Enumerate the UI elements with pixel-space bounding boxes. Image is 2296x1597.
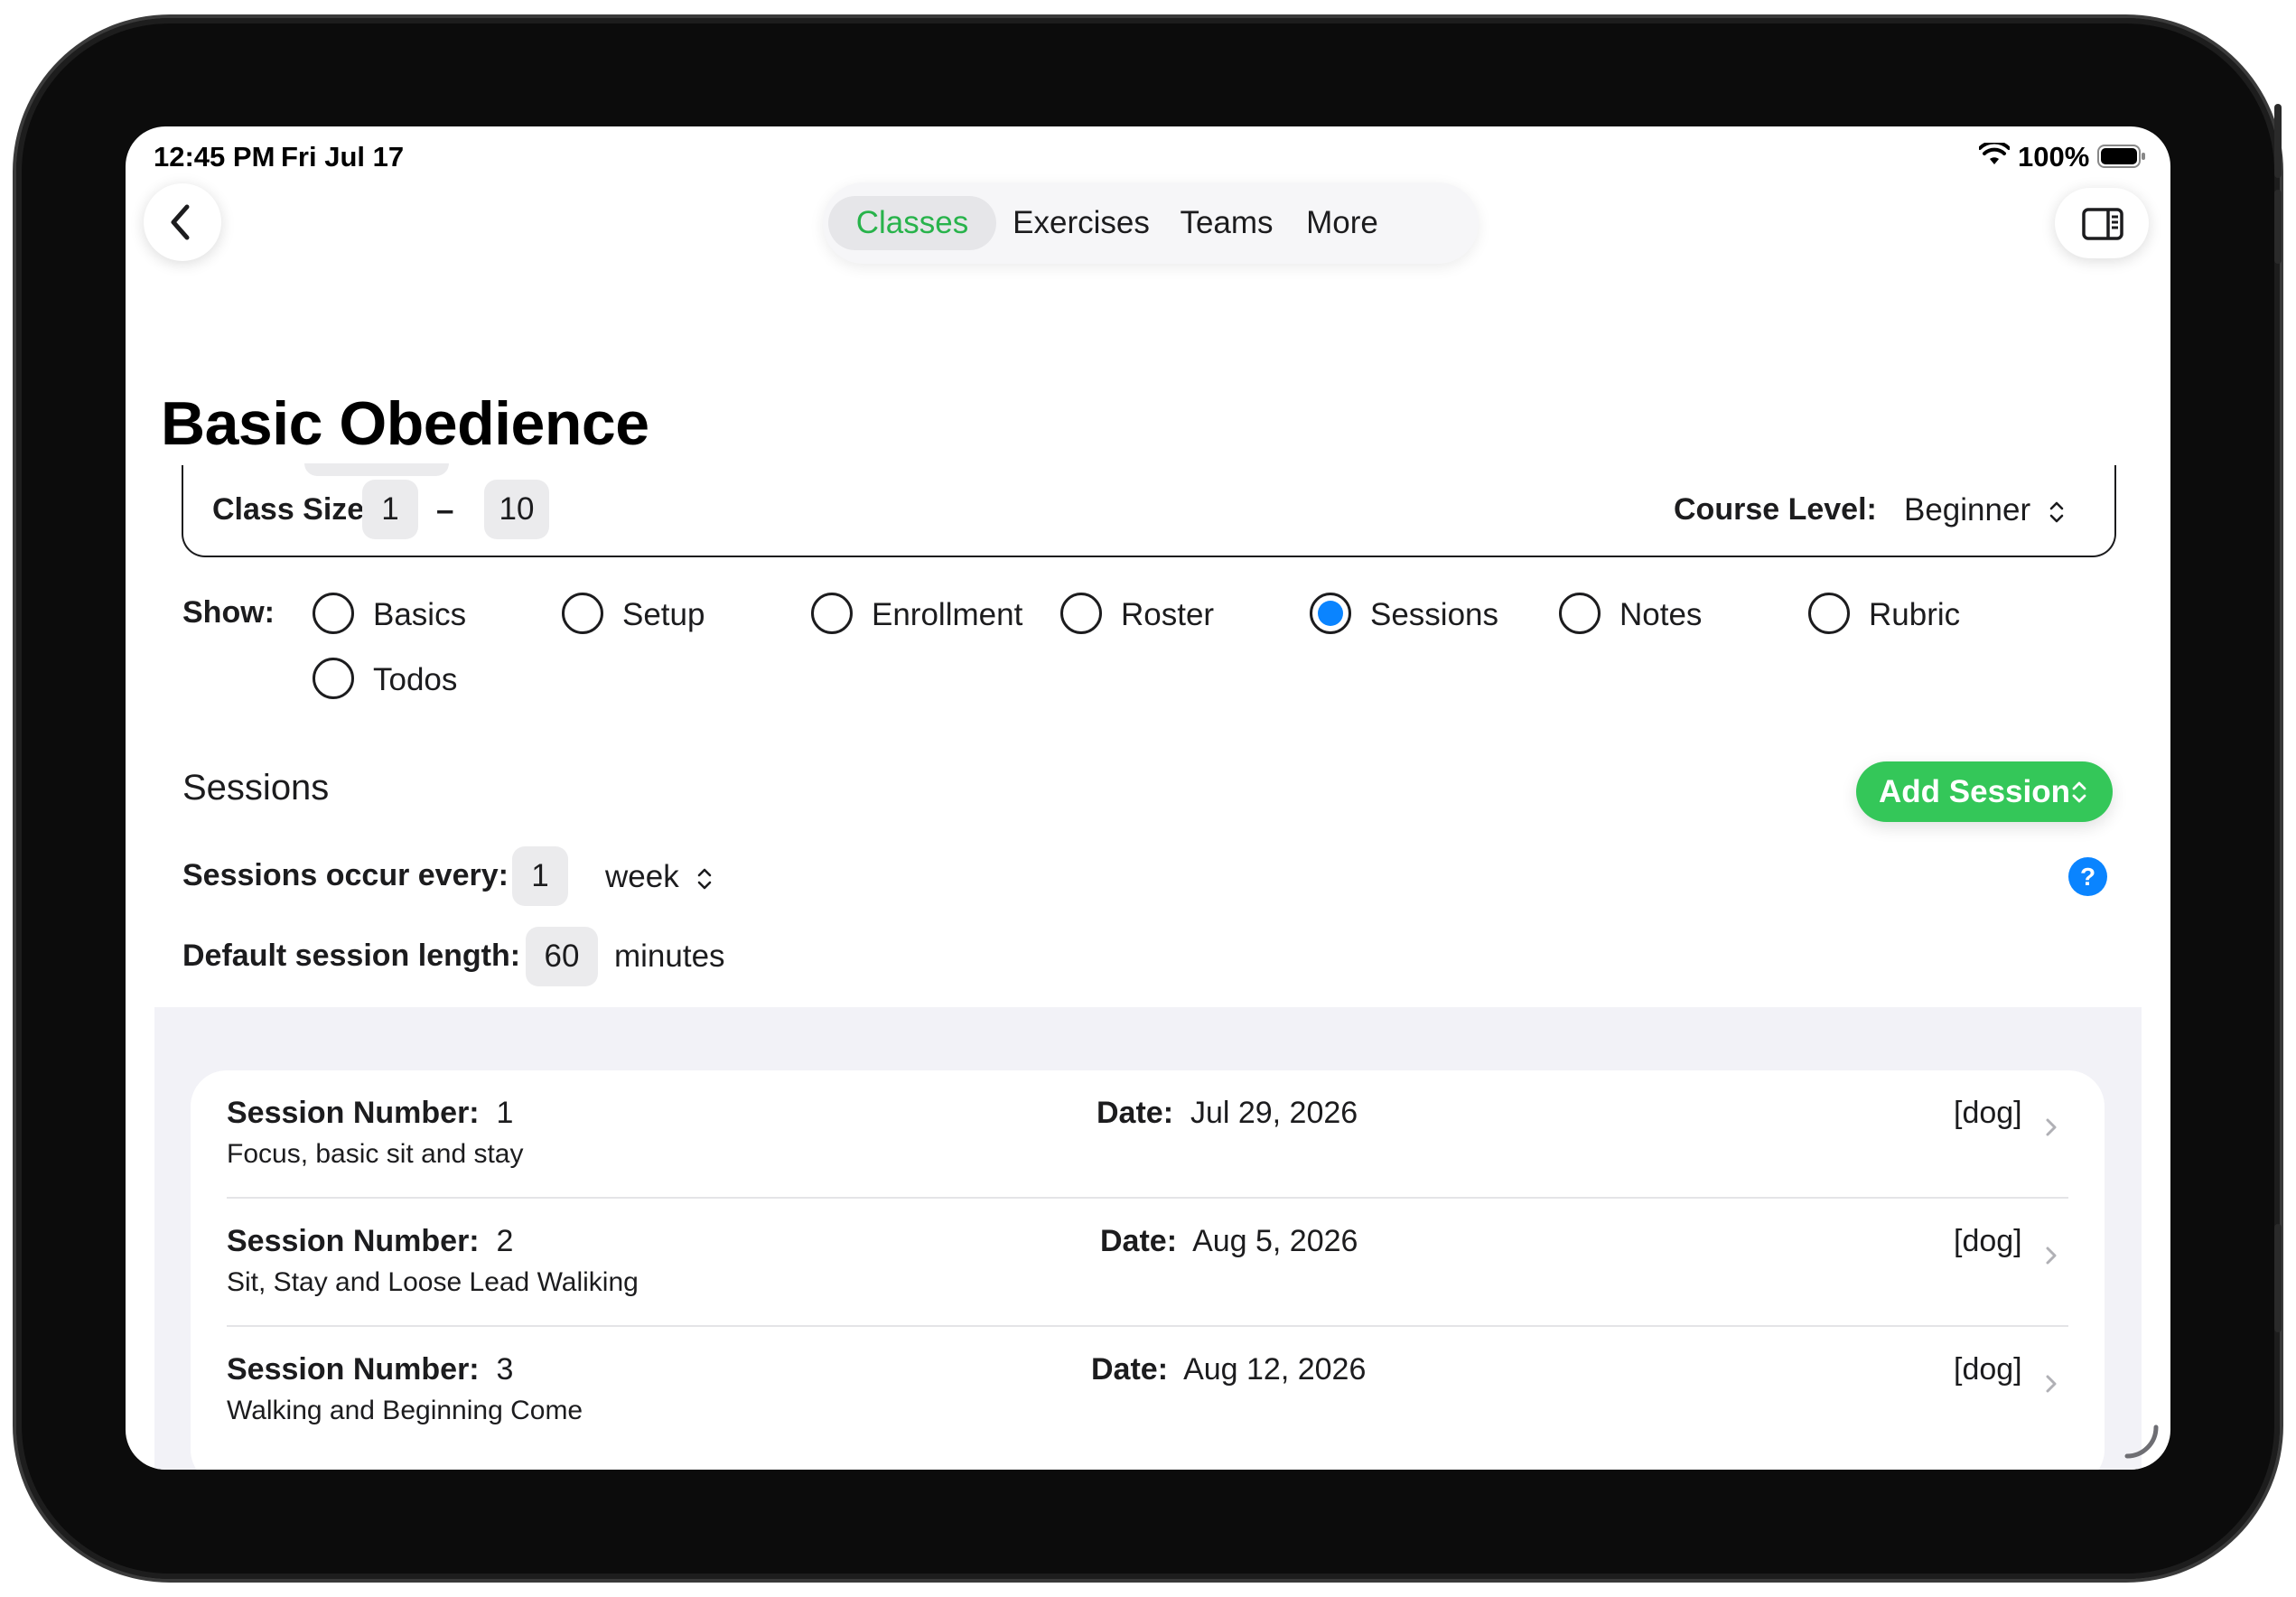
volume-button	[2274, 190, 2282, 264]
radio-setup-label: Setup	[622, 597, 705, 632]
chevron-up-down-icon	[2072, 781, 2086, 803]
session-date-value: Aug 12, 2026	[1183, 1352, 1367, 1387]
session-length-label: Default session length:	[182, 939, 521, 973]
hidden-field	[304, 463, 449, 476]
radio-basics-label: Basics	[373, 597, 467, 632]
status-date: Fri Jul 17	[281, 141, 405, 173]
battery-icon	[2097, 145, 2146, 173]
status-time: 12:45 PM	[154, 141, 275, 173]
sidebar-right-icon	[2082, 208, 2123, 240]
session-description: Focus, basic sit and stay	[227, 1139, 524, 1169]
session-number-value: 1	[496, 1096, 514, 1130]
session-length-field[interactable]: 60	[526, 927, 598, 986]
side-button	[2274, 1224, 2282, 1332]
radio-roster-label: Roster	[1121, 597, 1215, 632]
radio-notes[interactable]	[1559, 593, 1601, 634]
class-size-label: Class Size:	[212, 492, 375, 527]
chevron-right-icon	[2046, 1247, 2057, 1265]
tab-more[interactable]: More	[1293, 196, 1392, 250]
session-date-label: Date:	[1097, 1096, 1174, 1130]
session-number: Session Number: 2	[227, 1224, 513, 1259]
radio-setup[interactable]	[562, 593, 603, 634]
radio-enrollment[interactable]	[811, 593, 853, 634]
session-tag: [dog]	[1954, 1352, 2022, 1387]
sidebar-toggle-button[interactable]	[2055, 188, 2149, 258]
occur-unit-value: week	[605, 859, 679, 894]
session-row[interactable]: Session Number: 3 Walking and Beginning …	[191, 1327, 2105, 1455]
session-description: Walking and Beginning Come	[227, 1396, 583, 1425]
wifi-icon	[1978, 140, 2011, 171]
radio-rubric-label: Rubric	[1869, 597, 1961, 632]
page-title: Basic Obedience	[161, 389, 649, 458]
radio-notes-label: Notes	[1619, 597, 1703, 632]
radio-todos[interactable]	[313, 658, 354, 699]
tab-teams[interactable]: Teams	[1168, 196, 1285, 250]
session-date: Date: Aug 5, 2026	[1100, 1224, 1358, 1259]
sessions-list: Session Number: 1 Focus, basic sit and s…	[191, 1070, 2105, 1470]
radio-sessions[interactable]	[1310, 593, 1351, 634]
back-button[interactable]	[144, 183, 221, 261]
session-tag: [dog]	[1954, 1096, 2022, 1130]
session-row[interactable]: Session Number: 1 Focus, basic sit and s…	[191, 1070, 2105, 1199]
course-level-picker[interactable]: Beginner	[1904, 492, 2065, 528]
sessions-occur-field[interactable]: 1	[512, 846, 568, 906]
battery-percent: 100%	[2018, 141, 2090, 173]
chevron-right-icon	[2046, 1375, 2057, 1393]
tab-exercises[interactable]: Exercises	[1002, 196, 1161, 250]
class-size-min-field[interactable]: 1	[362, 480, 418, 539]
session-date: Date: Jul 29, 2026	[1097, 1096, 1358, 1131]
radio-sessions-label: Sessions	[1370, 597, 1499, 632]
session-number-label: Session Number:	[227, 1352, 480, 1387]
session-date-label: Date:	[1100, 1224, 1178, 1258]
course-level-label: Course Level:	[1674, 492, 1877, 527]
tab-classes[interactable]: Classes	[828, 196, 996, 250]
tab-bar: Classes Exercises Teams More	[823, 182, 1479, 264]
session-date-value: Jul 29, 2026	[1190, 1096, 1358, 1130]
session-date-value: Aug 5, 2026	[1192, 1224, 1358, 1258]
help-button[interactable]: ?	[2068, 857, 2107, 896]
resize-handle-icon[interactable]	[2123, 1424, 2160, 1460]
course-level-value: Beginner	[1904, 492, 2031, 528]
sessions-occur-label: Sessions occur every:	[182, 858, 509, 892]
class-size-separator: –	[436, 492, 454, 528]
add-session-label: Add Session	[1879, 774, 2070, 809]
session-length-unit: minutes	[614, 939, 725, 974]
session-description: Sit, Stay and Loose Lead Waliking	[227, 1267, 639, 1297]
class-size-max-field[interactable]: 10	[484, 480, 549, 539]
chevron-right-icon	[2046, 1118, 2057, 1136]
session-date-label: Date:	[1091, 1352, 1169, 1387]
session-number: Session Number: 1	[227, 1096, 513, 1131]
chevron-left-icon	[171, 204, 190, 240]
radio-enrollment-label: Enrollment	[872, 597, 1023, 632]
chevron-up-down-icon	[698, 868, 712, 890]
top-button	[2274, 104, 2282, 178]
show-label: Show:	[182, 595, 275, 630]
chevron-up-down-icon	[2049, 501, 2064, 523]
add-session-button[interactable]: Add Session	[1856, 761, 2113, 822]
occur-unit-picker[interactable]: week	[605, 859, 713, 895]
radio-basics[interactable]	[313, 593, 354, 634]
session-number: Session Number: 3	[227, 1352, 513, 1387]
session-tag: [dog]	[1954, 1224, 2022, 1258]
session-date: Date: Aug 12, 2026	[1091, 1352, 1366, 1387]
session-number-label: Session Number:	[227, 1224, 480, 1258]
session-row[interactable]: Session Number: 2 Sit, Stay and Loose Le…	[191, 1199, 2105, 1327]
screen: 12:45 PM Fri Jul 17 100% Classes Exercis…	[126, 126, 2170, 1470]
sessions-heading: Sessions	[182, 768, 330, 808]
session-number-label: Session Number:	[227, 1096, 480, 1130]
radio-rubric[interactable]	[1808, 593, 1850, 634]
session-number-value: 2	[496, 1224, 514, 1258]
radio-todos-label: Todos	[373, 662, 458, 697]
class-info-box: Class Size: 1 – 10 Course Level: Beginne…	[182, 463, 2116, 557]
session-number-value: 3	[496, 1352, 514, 1387]
radio-roster[interactable]	[1060, 593, 1102, 634]
